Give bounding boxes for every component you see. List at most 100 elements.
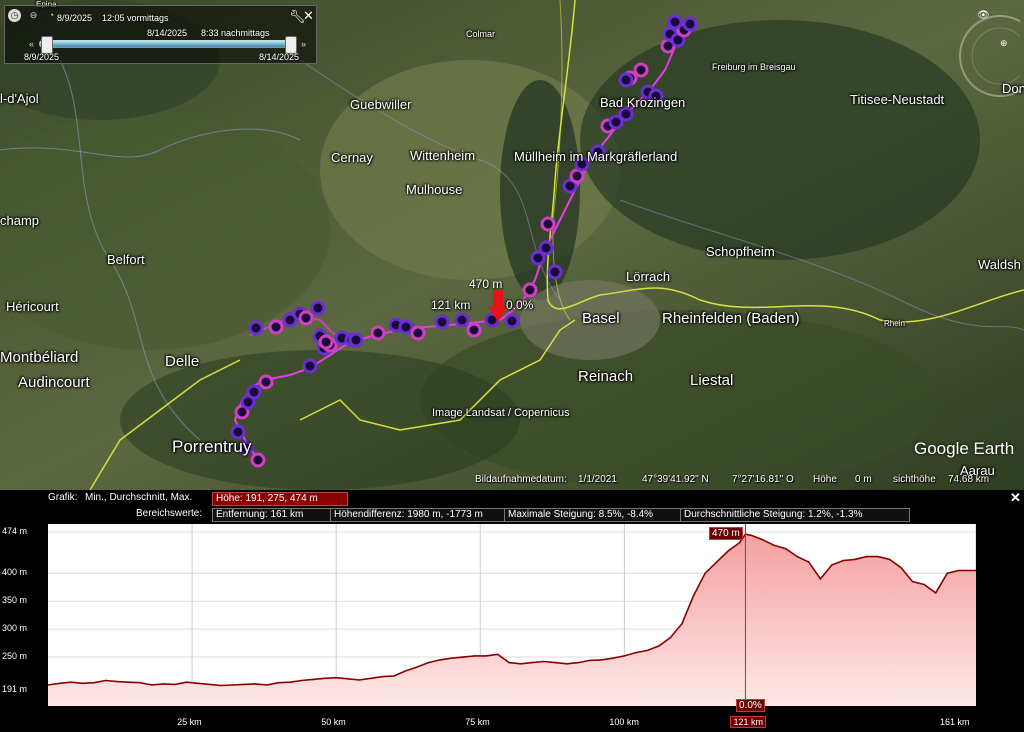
cursor-slope-label: 0.0% [736,699,765,712]
elevation-point [358,679,361,681]
time-slider-panel[interactable]: ◷ ⊖ ◔ 8/9/2025 12:05 vormittags 8/14/202… [4,5,317,64]
latitude: 47°39'41.92" N [642,474,709,485]
clock-icon[interactable]: ◷ [8,9,21,22]
track-point[interactable] [248,320,264,336]
compass-icon[interactable]: 👁︎ ⊕ [950,8,1020,98]
elevation-point [393,675,395,677]
place-label: Wittenheim [410,148,476,163]
elevation-point [312,678,314,681]
elevation-point [566,663,568,665]
elevation-marker [488,290,508,324]
time-start-time: 12:05 vormittags [102,13,169,23]
track-point[interactable] [310,300,326,316]
time-range-fill [43,41,291,47]
close-icon[interactable]: ✕ [1010,490,1021,506]
elevation-point [808,561,810,563]
height-stats: Höhe: 191, 275, 474 m [212,492,348,506]
elevation-point [185,681,188,683]
elevation-point [519,663,522,665]
elevation-point [831,564,833,566]
track-point[interactable] [370,325,386,341]
track-point[interactable] [348,332,364,348]
track-point[interactable] [540,216,556,232]
place-label: Colmar [466,29,496,39]
track-point[interactable] [538,240,554,256]
time-slider[interactable] [39,40,295,48]
elevation-point [208,683,211,686]
distance-stat: Entfernung: 161 km [212,508,332,522]
elevation-chart[interactable] [47,524,977,706]
time-range-start: 8/9/2025 [24,52,60,62]
track-point[interactable] [318,334,334,350]
elevation-point [427,661,430,664]
track-point[interactable] [298,310,314,326]
track-point[interactable] [547,264,563,280]
elevation-point [231,684,234,686]
place-label: Müllheim im Markgräflerland [514,149,678,164]
track-point[interactable] [569,168,585,184]
elevation-point [116,680,118,683]
close-icon[interactable]: ✕ [303,8,314,24]
elevation-point [254,683,257,685]
elevation-point [646,649,649,652]
place-label: Reinach [578,368,634,385]
max-slope-stat: Maximale Steigung: 8.5%, -8.4% [504,508,682,522]
elevation-point [704,572,706,575]
chevron-left-icon[interactable]: « [25,38,38,51]
elevation-point [946,572,948,575]
elevation-point [450,657,453,659]
track-point[interactable] [618,72,634,88]
imagery-date: 1/1/2021 [578,474,617,485]
navigation-controls[interactable]: 👁︎ ⊕ [950,8,1020,98]
track-point[interactable] [410,325,426,341]
track-point[interactable] [268,319,284,335]
elevation-point [750,534,752,537]
elevation-point [485,655,487,657]
elevation-point [911,580,914,583]
track-point[interactable] [246,384,262,400]
elevation-point [865,555,868,558]
time-start-date: 8/9/2025 [57,13,93,23]
track-point[interactable] [434,314,450,330]
place-label: Cernay [331,150,373,165]
track-point[interactable] [522,282,538,298]
elevation-point [300,679,303,682]
track-point[interactable] [466,322,482,338]
elevation-label: Höhe [813,474,837,485]
graph-label: Grafik: [48,492,78,503]
track-point[interactable] [667,14,683,30]
profile-range-stats: Bereichswerte: Entfernung: 161 km Höhend… [0,506,1024,522]
elevation-point [416,666,418,668]
zoom-out-icon[interactable]: ⊖ [27,9,40,22]
elevation-point [773,544,776,547]
elevation-point [738,541,741,544]
x-tick-label: 161 km [940,717,970,727]
track-point[interactable] [633,62,649,78]
place-label: Audincourt [18,374,90,391]
elevation-chart-svg[interactable] [47,524,977,706]
track-point[interactable] [250,452,266,468]
elevation-profile-panel[interactable]: Grafik: Min., Durchschnitt, Max. Höhe: 1… [0,490,1024,732]
elevation-point [289,681,291,683]
elevation-point [70,681,72,683]
elevation-point [934,592,937,594]
elevation-point [104,679,107,682]
elevation-point [669,636,672,639]
elevation-point [139,681,141,684]
place-label: Bad Krozingen [600,95,686,110]
elevation-point [323,677,326,680]
graph-modes[interactable]: Min., Durchschnitt, Max. [82,492,195,504]
elevation-point [162,683,165,685]
track-point[interactable] [454,312,470,328]
chevron-right-icon[interactable]: » [297,38,310,51]
track-point[interactable] [302,358,318,374]
track-point[interactable] [258,374,274,390]
track-point[interactable] [398,319,414,335]
y-tick-label: 250 m [2,651,28,662]
track-point[interactable] [682,16,698,32]
profile-header: Grafik: Min., Durchschnitt, Max. Höhe: 1… [0,490,1024,506]
x-tick-label: 25 km [177,717,202,727]
map-view[interactable]: Colmar Freiburg im Breisgau Bad Krozinge… [0,0,1024,490]
elevation-point [554,661,556,664]
y-tick-label: 191 m [2,684,28,694]
